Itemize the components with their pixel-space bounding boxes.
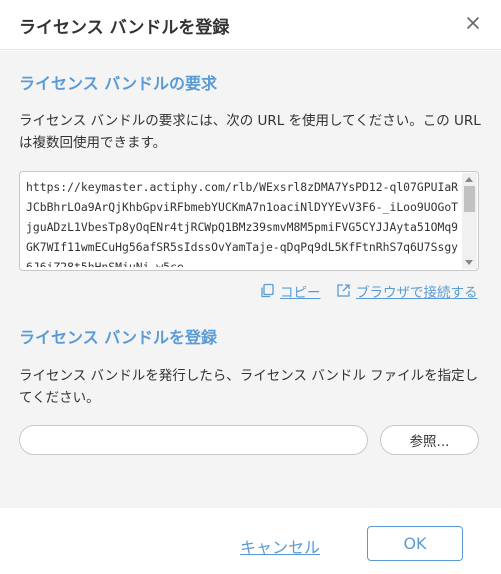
scroll-up-arrow-icon[interactable] — [465, 177, 473, 182]
close-icon[interactable] — [462, 12, 484, 34]
external-link-icon[interactable] — [336, 283, 351, 298]
copy-icon[interactable] — [260, 283, 275, 298]
ok-button[interactable]: OK — [367, 526, 463, 561]
register-description: ライセンス バンドルを発行したら、ライセンス バンドル ファイルを指定してくださ… — [19, 368, 479, 406]
register-license-bundle-dialog: ライセンス バンドルを登録 ライセンス バンドルの要求 ライセンス バンドルの要… — [0, 0, 501, 574]
url-scrollbar[interactable] — [462, 173, 477, 269]
register-heading: ライセンス バンドルを登録 — [19, 328, 218, 347]
dialog-header: ライセンス バンドルを登録 — [0, 0, 501, 50]
dialog-body: ライセンス バンドルの要求 ライセンス バンドルの要求には、次の URL を使用… — [0, 51, 501, 508]
cancel-button[interactable]: キャンセル — [240, 534, 320, 558]
dialog-title: ライセンス バンドルを登録 — [19, 18, 230, 38]
request-description: ライセンス バンドルの要求には、次の URL を使用してください。この URL … — [19, 113, 481, 151]
request-url-text[interactable]: https://keymaster.actiphy.com/rlb/WExsrl… — [26, 177, 462, 267]
open-in-browser-link[interactable]: ブラウザで接続する — [356, 281, 478, 301]
license-file-input[interactable] — [19, 425, 368, 455]
scroll-down-arrow-icon[interactable] — [465, 260, 473, 265]
dialog-footer: キャンセル OK — [0, 508, 501, 574]
request-url-box[interactable]: https://keymaster.actiphy.com/rlb/WExsrl… — [19, 171, 479, 271]
scroll-thumb[interactable] — [464, 186, 475, 212]
browse-button[interactable]: 参照... — [380, 425, 479, 455]
copy-link[interactable]: コピー — [280, 281, 321, 301]
request-heading: ライセンス バンドルの要求 — [19, 74, 218, 93]
